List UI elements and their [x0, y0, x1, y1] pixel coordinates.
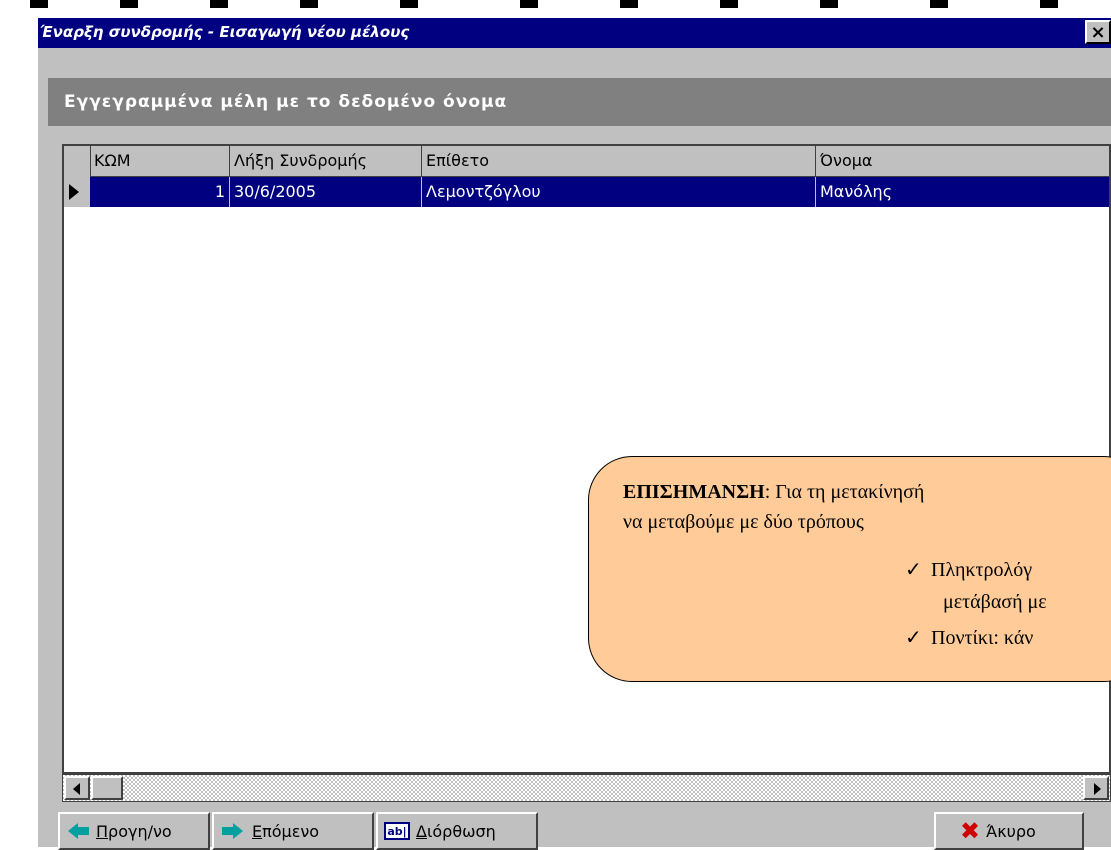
column-header-kom[interactable]: ΚΩΜ: [90, 146, 230, 176]
edit-label: ιόρθωση: [426, 821, 496, 841]
callout-item-1-text: Πληκτρολόγ: [931, 559, 1033, 581]
edit-hotkey: Δ: [416, 821, 427, 841]
current-row-arrow-icon: [69, 184, 79, 200]
previous-hotkey: Π: [96, 821, 109, 841]
group-header: Εγγεγραμμένα μέλη με το δεδομένο όνομα: [48, 78, 1111, 126]
callout-item-2-text: Ποντίκι: κάν: [931, 627, 1034, 649]
previous-button[interactable]: Προγη/νο: [58, 812, 210, 850]
dialog-window: Έναρξη συνδρομής - Εισαγωγή νέου μέλους …: [38, 18, 1111, 850]
cell-name: Μανόλης: [820, 182, 893, 201]
edit-icon: ab|: [384, 822, 410, 840]
previous-label: ρογη/νο: [108, 821, 172, 841]
title-bar: Έναρξη συνδρομής - Εισαγωγή νέου μέλους …: [38, 18, 1111, 48]
horizontal-scrollbar[interactable]: [62, 774, 1111, 802]
next-hotkey: Ε: [252, 821, 263, 841]
cell-kom: 1: [90, 177, 230, 207]
callout-line-1: ΕΠΙΣΗΜΑΝΣΗ: Για τη μετακίνησή: [623, 481, 924, 504]
callout-text-1: : Για τη μετακίνησή: [764, 481, 925, 503]
close-icon: ×: [1090, 21, 1106, 43]
edit-button[interactable]: ab| Διόρθωση: [376, 812, 538, 850]
group-title: Εγγεγραμμένα μέλη με το δεδομένο όνομα: [64, 92, 508, 112]
column-header-expiry[interactable]: Λήξη Συνδρομής: [230, 146, 422, 176]
cell-expiry: 30/6/2005: [230, 177, 422, 207]
callout-item-1-continued: μετάβασή με: [943, 591, 1047, 613]
callout-item-1: ✓ Πληκτρολόγ: [905, 557, 1032, 582]
grid-header: ΚΩΜ Λήξη Συνδρομής Επίθετο Όνομα: [64, 146, 1109, 177]
column-header-surname[interactable]: Επίθετο: [422, 146, 816, 176]
window-title: Έναρξη συνδρομής - Εισαγωγή νέου μέλους: [40, 23, 410, 41]
right-arrow-icon: [222, 823, 244, 839]
callout-item-2: ✓ Ποντίκι: κάν: [905, 625, 1033, 650]
left-arrow-icon: [68, 823, 90, 839]
background-strip: [0, 0, 1111, 20]
checkmark-icon: ✓: [905, 627, 922, 649]
arrow-right-icon: [1094, 783, 1101, 795]
cancel-label: Άκυρο: [986, 821, 1036, 841]
callout-bold-label: ΕΠΙΣΗΜΑΝΣΗ: [623, 481, 765, 503]
cell-surname: Λεμοντζόγλου: [422, 177, 816, 207]
next-button[interactable]: Επόμενο: [212, 812, 374, 850]
scroll-thumb[interactable]: [91, 776, 123, 800]
arrow-left-icon: [73, 783, 80, 795]
checkmark-icon: ✓: [905, 559, 922, 581]
column-header-name[interactable]: Όνομα: [816, 146, 1109, 176]
scroll-left-button[interactable]: [64, 776, 90, 800]
scroll-right-button[interactable]: [1083, 776, 1109, 800]
cancel-button[interactable]: ✖ Άκυρο: [934, 812, 1084, 850]
next-label: πόμενο: [262, 821, 320, 841]
note-callout: ΕΠΙΣΗΜΑΝΣΗ: Για τη μετακίνησή να μεταβού…: [588, 456, 1111, 682]
callout-line-2: να μεταβούμε με δύο τρόπους: [623, 511, 864, 533]
table-row[interactable]: 1 30/6/2005 Λεμοντζόγλου Μανόλης: [90, 177, 1109, 207]
close-button[interactable]: ×: [1085, 20, 1111, 44]
cancel-x-icon: ✖: [960, 817, 981, 845]
